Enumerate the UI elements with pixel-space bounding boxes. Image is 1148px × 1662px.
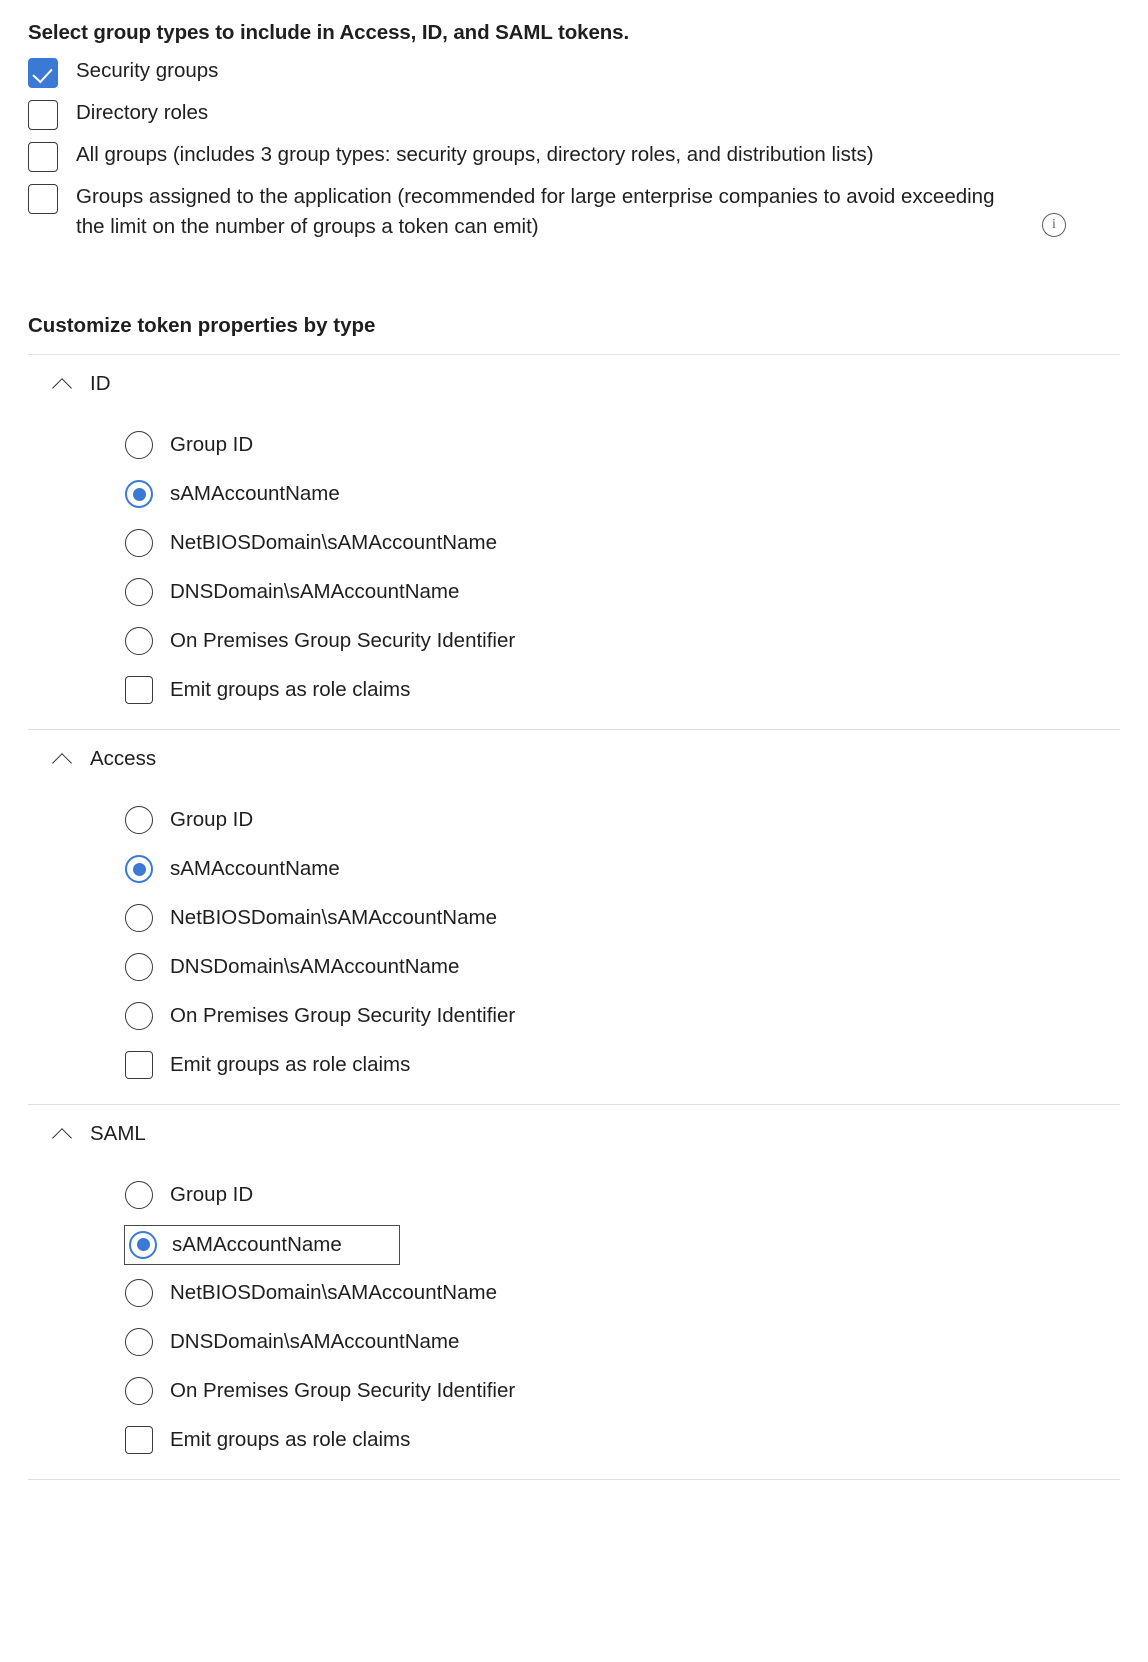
group-types-heading: Select group types to include in Access,… [28, 21, 630, 44]
token-type-option-label: sAMAccountName [172, 1232, 342, 1256]
radio-unselected-icon[interactable] [125, 806, 153, 835]
radio-option-row[interactable]: NetBIOSDomain\sAMAccountName [125, 519, 1120, 568]
token-type-groups: ID Group ID sAMAccountName NetBIOSDomain\sA… [28, 355, 1120, 1480]
token-type-option-label: Group ID [170, 1183, 254, 1207]
radio-option-row[interactable]: On Premises Group Security Identifier [125, 1367, 1120, 1416]
checkbox-checked-icon[interactable] [28, 57, 58, 88]
token-type-option-label: DNSDomain\sAMAccountName [170, 580, 460, 604]
radio-unselected-icon[interactable] [125, 578, 153, 607]
radio-option-row[interactable]: DNSDomain\sAMAccountName [125, 568, 1120, 617]
token-type-group-header[interactable]: SAML [28, 1105, 1120, 1163]
checkbox-option-row[interactable]: Emit groups as role claims [125, 666, 1120, 715]
radio-unselected-icon[interactable] [125, 904, 153, 933]
token-type-option-label: On Premises Group Security Identifier [170, 1379, 516, 1403]
token-type-group-header[interactable]: ID [28, 355, 1120, 413]
radio-option-row[interactable]: Group ID [125, 421, 1120, 470]
radio-option-row[interactable]: sAMAccountName [124, 1224, 400, 1265]
token-type-option-label: NetBIOSDomain\sAMAccountName [170, 531, 497, 555]
divider [28, 1478, 1120, 1480]
group-types-checkbox-list: Security groups Directory roles All groups… [28, 56, 1120, 242]
radio-option-row[interactable]: Group ID [125, 796, 1120, 845]
customize-token-properties-section: Customize token properties by type ID Gro… [0, 314, 1148, 1480]
radio-selected-icon[interactable] [125, 480, 153, 509]
radio-selected-icon[interactable] [125, 855, 153, 884]
radio-option-row[interactable]: On Premises Group Security Identifier [125, 992, 1120, 1041]
radio-unselected-icon[interactable] [125, 1279, 153, 1308]
radio-unselected-icon[interactable] [125, 953, 153, 982]
token-type-option-label: Emit groups as role claims [170, 1428, 411, 1452]
group-type-option-label: All groups (includes 3 group types: secu… [76, 142, 874, 166]
token-type-option-label: Group ID [170, 808, 254, 832]
radio-unselected-icon[interactable] [125, 1328, 153, 1357]
checkbox-unchecked-icon[interactable] [28, 183, 58, 214]
token-type-group-title: Access [90, 746, 157, 770]
radio-option-row[interactable]: Group ID [125, 1171, 1120, 1220]
token-type-group: ID Group ID sAMAccountName NetBIOSDomain\sA… [28, 355, 1120, 730]
token-type-group-header[interactable]: Access [28, 730, 1120, 788]
info-icon[interactable]: i [1042, 213, 1066, 237]
radio-option-row[interactable]: DNSDomain\sAMAccountName [125, 943, 1120, 992]
group-type-option-label: Directory roles [76, 100, 209, 124]
radio-unselected-icon[interactable] [125, 431, 153, 460]
token-type-option-label: sAMAccountName [170, 482, 340, 506]
group-types-section: Select group types to include in Access,… [0, 0, 1148, 242]
checkbox-unchecked-icon[interactable] [125, 1051, 153, 1080]
radio-option-row[interactable]: NetBIOSDomain\sAMAccountName [125, 894, 1120, 943]
radio-option-row[interactable]: sAMAccountName [125, 470, 1120, 519]
checkbox-option-row[interactable]: Emit groups as role claims [125, 1041, 1120, 1090]
radio-unselected-icon[interactable] [125, 1181, 153, 1210]
token-type-option-label: NetBIOSDomain\sAMAccountName [170, 906, 497, 930]
radio-unselected-icon[interactable] [125, 529, 153, 558]
radio-option-row[interactable]: On Premises Group Security Identifier [125, 617, 1120, 666]
checkbox-unchecked-icon[interactable] [28, 141, 58, 172]
token-type-option-label: sAMAccountName [170, 857, 340, 881]
radio-option-row[interactable]: DNSDomain\sAMAccountName [125, 1318, 1120, 1367]
token-type-option-list: Group ID sAMAccountName NetBIOSDomain\sAMA… [28, 413, 1120, 729]
radio-unselected-icon[interactable] [125, 1002, 153, 1031]
token-type-option-list: Group ID sAMAccountName NetBIOSDomain\sAMA… [28, 1163, 1120, 1479]
chevron-up-icon[interactable] [50, 1121, 76, 1147]
customize-token-properties-title: Customize token properties by type [28, 313, 376, 337]
token-type-option-label: Group ID [170, 433, 254, 457]
token-type-option-label: NetBIOSDomain\sAMAccountName [170, 1281, 497, 1305]
token-type-option-label: DNSDomain\sAMAccountName [170, 955, 460, 979]
token-type-option-label: DNSDomain\sAMAccountName [170, 1330, 460, 1354]
token-type-group: SAML Group ID sAMAccountName NetBIOSDomain\… [28, 1105, 1120, 1480]
group-type-option-row[interactable]: All groups (includes 3 group types: secu… [28, 140, 1120, 174]
radio-option-row[interactable]: sAMAccountName [125, 845, 1120, 894]
token-type-option-label: Emit groups as role claims [170, 678, 411, 702]
checkbox-unchecked-icon[interactable] [125, 1426, 153, 1455]
group-claims-panel: Select group types to include in Access,… [0, 0, 1148, 1662]
group-type-option-row[interactable]: Security groups [28, 56, 1120, 90]
radio-selected-icon[interactable] [129, 1230, 157, 1259]
chevron-up-icon[interactable] [50, 746, 76, 772]
token-type-option-list: Group ID sAMAccountName NetBIOSDomain\sAMA… [28, 788, 1120, 1104]
checkbox-option-row[interactable]: Emit groups as role claims [125, 1416, 1120, 1465]
token-type-option-label: Emit groups as role claims [170, 1053, 411, 1077]
token-type-group-title: SAML [90, 1121, 146, 1145]
radio-unselected-icon[interactable] [125, 627, 153, 656]
token-type-option-label: On Premises Group Security Identifier [170, 629, 516, 653]
chevron-up-icon[interactable] [50, 371, 76, 397]
radio-unselected-icon[interactable] [125, 1377, 153, 1406]
token-type-group-title: ID [90, 371, 111, 395]
radio-option-row[interactable]: NetBIOSDomain\sAMAccountName [125, 1269, 1120, 1318]
group-type-option-row[interactable]: Groups assigned to the application (reco… [28, 182, 1120, 242]
token-type-group: Access Group ID sAMAccountName NetBIOSDomai… [28, 730, 1120, 1105]
token-type-option-label: On Premises Group Security Identifier [170, 1004, 516, 1028]
group-type-option-row[interactable]: Directory roles [28, 98, 1120, 132]
group-type-option-label: Groups assigned to the application (reco… [76, 184, 995, 238]
checkbox-unchecked-icon[interactable] [125, 676, 153, 705]
checkbox-unchecked-icon[interactable] [28, 99, 58, 130]
group-type-option-label: Security groups [76, 58, 219, 82]
